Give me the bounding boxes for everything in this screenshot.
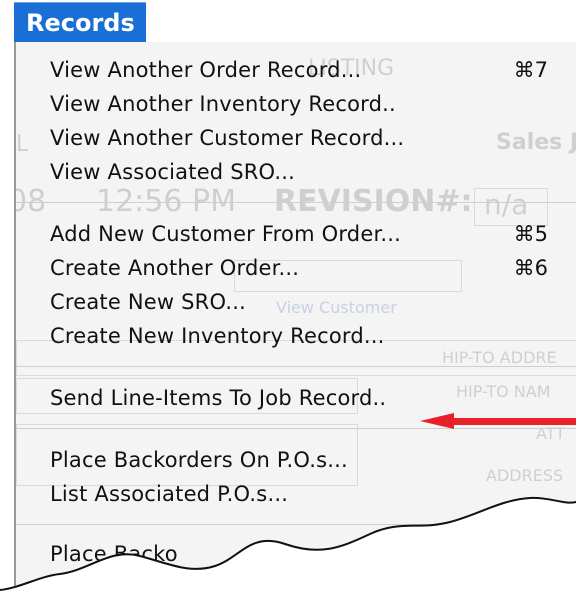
menu-item-list-associated-pos[interactable]: List Associated P.O.s... <box>50 482 288 506</box>
menu-separator <box>16 202 576 203</box>
ghost-sales-jo: Sales Jo <box>496 130 576 155</box>
menu-item-place-backorders-truncated[interactable]: Place Backo <box>50 542 178 566</box>
ghost-view-customer: View Customer <box>276 298 397 317</box>
ghost-revision-value: n/a <box>484 188 529 221</box>
red-arrow-annotation-icon <box>420 413 576 429</box>
menu-item-view-another-order[interactable]: View Another Order Record... <box>50 58 361 82</box>
ghost-letter-l: L <box>16 132 29 157</box>
menu-item-add-new-customer[interactable]: Add New Customer From Order... <box>50 222 401 246</box>
records-menu-title[interactable]: Records <box>14 2 146 42</box>
shortcut-view-another-order: ⌘7 <box>513 58 548 82</box>
menu-item-place-backorders[interactable]: Place Backorders On P.O.s... <box>50 448 348 472</box>
records-menu-panel: LISTING L Sales Jo 08 12:56 PM REVISION#… <box>14 42 576 598</box>
menu-item-send-line-items[interactable]: Send Line-Items To Job Record.. <box>50 386 386 410</box>
menu-item-create-another-order[interactable]: Create Another Order... <box>50 256 299 280</box>
menu-item-create-new-sro[interactable]: Create New SRO... <box>50 290 246 314</box>
shortcut-create-another-order: ⌘6 <box>513 256 548 280</box>
shortcut-add-new-customer: ⌘5 <box>513 222 548 246</box>
menu-separator <box>16 524 576 525</box>
ghost-ship-to-address: HIP-TO ADDRE <box>442 348 557 367</box>
menu-separator <box>16 366 576 367</box>
menu-item-create-new-inventory[interactable]: Create New Inventory Record... <box>50 324 385 348</box>
menu-item-view-associated-sro[interactable]: View Associated SRO... <box>50 160 295 184</box>
menu-item-view-another-inventory[interactable]: View Another Inventory Record.. <box>50 92 396 116</box>
ghost-ship-to-name: HIP-TO NAM <box>456 382 551 401</box>
menu-item-view-another-customer[interactable]: View Another Customer Record... <box>50 126 404 150</box>
ghost-address: ADDRESS <box>486 466 564 485</box>
